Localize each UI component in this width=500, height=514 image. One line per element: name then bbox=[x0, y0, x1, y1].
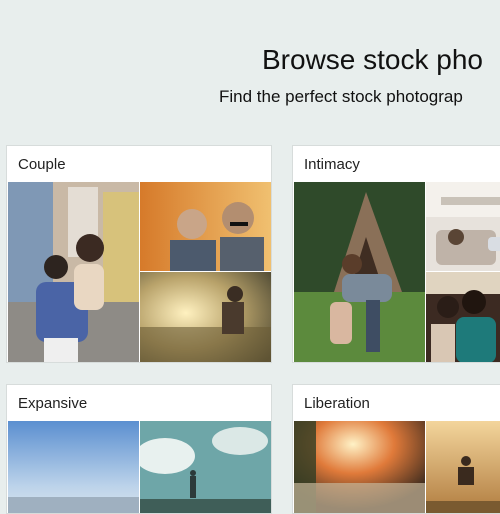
page-title: Browse stock pho bbox=[262, 44, 483, 75]
person-jumping-sunset-photo[interactable] bbox=[426, 421, 500, 513]
person-clouds-sky-photo[interactable] bbox=[140, 421, 271, 513]
couple-water-sunset-photo[interactable] bbox=[140, 272, 271, 362]
collection-title[interactable]: Liberation bbox=[304, 395, 370, 412]
couple-car-photo[interactable] bbox=[426, 272, 500, 362]
collection-title[interactable]: Expansive bbox=[18, 395, 87, 412]
couple-living-room-photo[interactable] bbox=[426, 182, 500, 271]
collection-title[interactable]: Couple bbox=[18, 156, 66, 173]
sky-horizon-photo[interactable] bbox=[8, 421, 139, 513]
collection-card-couple[interactable]: Couple bbox=[6, 145, 272, 363]
couple-mustache-props-photo[interactable] bbox=[140, 182, 271, 271]
collection-card-expansive[interactable]: Expansive bbox=[6, 384, 272, 514]
collection-card-intimacy[interactable]: Intimacy bbox=[292, 145, 500, 363]
collection-card-liberation[interactable]: Liberation bbox=[292, 384, 500, 514]
page-subtitle: Find the perfect stock photograp bbox=[219, 87, 463, 106]
river-trees-sunlight-photo[interactable] bbox=[294, 421, 425, 513]
couple-kiss-outdoor-cabin-photo[interactable] bbox=[294, 182, 425, 362]
couple-piggyback-street-photo[interactable] bbox=[8, 182, 139, 362]
collection-title[interactable]: Intimacy bbox=[304, 156, 360, 173]
